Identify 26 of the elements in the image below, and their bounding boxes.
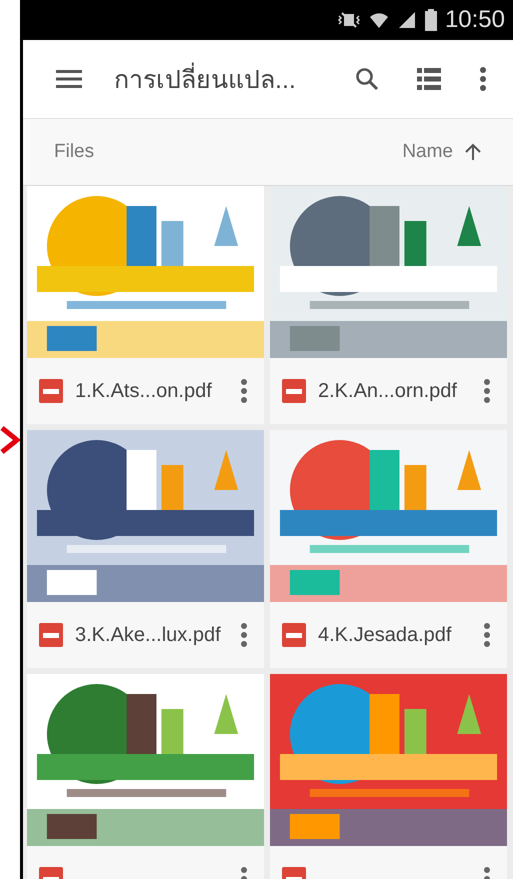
file-card[interactable]: 1.K.Ats...on.pdf [27, 186, 264, 424]
more-icon[interactable] [479, 67, 487, 91]
file-name: 3.K.Ake...lux.pdf [75, 624, 222, 646]
file-card[interactable]: 3.K.Ake...lux.pdf [27, 430, 264, 668]
menu-icon[interactable] [56, 69, 82, 89]
more-icon[interactable] [240, 623, 248, 647]
more-icon[interactable] [483, 379, 491, 403]
more-icon[interactable] [240, 379, 248, 403]
signal-icon [396, 10, 417, 30]
search-icon[interactable] [355, 67, 379, 91]
section-label: Files [54, 141, 94, 163]
battery-icon [424, 9, 437, 31]
file-name: 2.K.An...orn.pdf [318, 380, 458, 402]
file-name: 1.K.Ats...on.pdf [75, 380, 213, 402]
clock-time: 10:50 [444, 6, 505, 34]
list-view-icon[interactable] [417, 68, 441, 90]
more-icon[interactable] [483, 623, 491, 647]
file-card[interactable] [270, 674, 507, 879]
arrow-up-icon [465, 143, 481, 161]
file-card[interactable]: 2.K.An...orn.pdf [270, 186, 507, 424]
sort-button[interactable]: Name [398, 137, 485, 167]
file-card[interactable] [27, 674, 264, 879]
vibrate-icon [336, 11, 361, 29]
file-name: 4.K.Jesada.pdf [318, 624, 452, 646]
chevron-icon [0, 425, 20, 455]
folder-title: การเปลี่ยนแปล... [114, 59, 355, 99]
